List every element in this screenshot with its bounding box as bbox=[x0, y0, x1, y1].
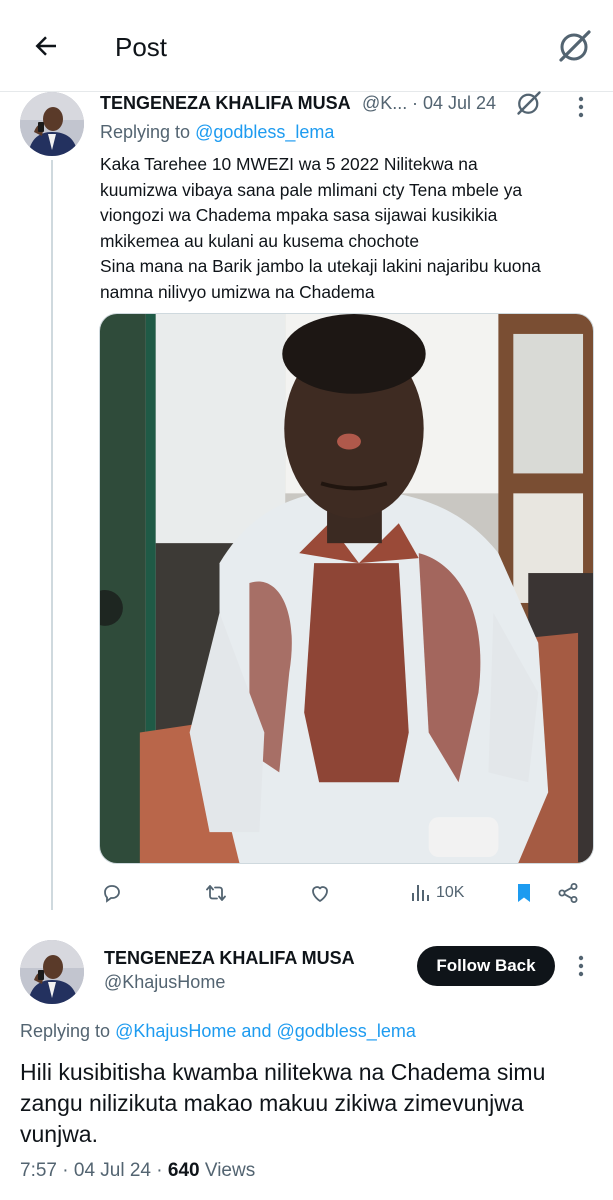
author-name[interactable]: TENGENEZA KHALIFA MUSA bbox=[104, 948, 355, 969]
tweet-date[interactable]: · 04 Jul 24 bbox=[412, 93, 496, 114]
bookmark-icon bbox=[518, 884, 530, 902]
tweet-text-line: viongozi wa Chadema mpaka sasa sijawai k… bbox=[100, 205, 498, 226]
tweet-photo[interactable] bbox=[99, 313, 594, 864]
top-bar: Post bbox=[0, 0, 613, 92]
bookmark-button[interactable] bbox=[512, 876, 536, 910]
thread-connector bbox=[51, 160, 53, 910]
like-icon bbox=[312, 886, 328, 902]
avatar[interactable] bbox=[20, 940, 84, 1004]
replying-to: Replying to @godbless_lema bbox=[100, 122, 334, 143]
mention-link[interactable]: @godbless_lema bbox=[195, 122, 334, 142]
tweet-meta: 7:57 · 04 Jul 24 · 640 Views bbox=[20, 1160, 255, 1182]
views-icon bbox=[412, 885, 429, 901]
tweet-text-line: Sina mana na Barik jambo la utekaji laki… bbox=[100, 256, 541, 277]
more-button[interactable] bbox=[572, 951, 590, 981]
more-icon bbox=[578, 96, 584, 118]
page-title: Post bbox=[115, 32, 168, 62]
tweet-text: Hili kusibitisha kwamba nilitekwa na Cha… bbox=[20, 1057, 600, 1150]
grok-button[interactable] bbox=[514, 88, 544, 118]
author-name[interactable]: TENGENEZA KHALIFA MUSA bbox=[100, 93, 351, 114]
retweet-button[interactable] bbox=[204, 876, 228, 910]
views-count: 10K bbox=[436, 884, 465, 901]
retweet-icon bbox=[206, 885, 226, 901]
tweet-actions: 10K bbox=[98, 876, 598, 910]
tweet-text-line: namna nilivyo umizwa na Chadema bbox=[100, 281, 375, 302]
reply-icon bbox=[104, 885, 120, 903]
back-button[interactable] bbox=[28, 28, 64, 64]
replying-label: Replying to bbox=[20, 1021, 111, 1041]
tweet-text-line: kuumizwa vibaya sana pale mlimani cty Te… bbox=[100, 179, 523, 200]
views-label: Views bbox=[204, 1160, 256, 1181]
more-icon bbox=[578, 955, 584, 977]
tweet-text-line: zangu nilizikuta makao makuu zikiwa zime… bbox=[20, 1090, 524, 1116]
replying-label: Replying to bbox=[100, 122, 191, 142]
tweet-text-line: Hili kusibitisha kwamba nilitekwa na Cha… bbox=[20, 1059, 546, 1085]
replying-to: Replying to @KhajusHome and @godbless_le… bbox=[20, 1021, 416, 1042]
share-icon bbox=[558, 883, 578, 903]
reply-button[interactable] bbox=[100, 876, 124, 910]
avatar[interactable] bbox=[20, 92, 84, 156]
mention-link[interactable]: @KhajusHome bbox=[115, 1021, 236, 1041]
tweet-date[interactable]: · 04 Jul 24 · bbox=[62, 1160, 162, 1181]
share-button[interactable] bbox=[556, 876, 580, 910]
back-arrow-icon bbox=[35, 36, 56, 56]
mention-link[interactable]: @godbless_lema bbox=[276, 1021, 415, 1041]
tweet-text-line: Kaka Tarehee 10 MWEZI wa 5 2022 Nilitekw… bbox=[100, 154, 478, 174]
views-count: 640 bbox=[167, 1160, 200, 1181]
replying-and: and bbox=[241, 1021, 272, 1041]
tweet-text-line: mkikemea au kulani au kusema chochote bbox=[100, 230, 420, 251]
author-handle[interactable]: @K... bbox=[362, 93, 407, 114]
tweet-text-line: vunjwa. bbox=[20, 1121, 98, 1147]
tweet-time[interactable]: 7:57 bbox=[20, 1160, 57, 1181]
grok-icon bbox=[559, 30, 591, 62]
views-button[interactable]: 10K bbox=[408, 876, 464, 910]
tweet-text: Kaka Tarehee 10 MWEZI wa 5 2022 Nilitekw… bbox=[100, 152, 600, 306]
author-handle[interactable]: @KhajusHome bbox=[104, 972, 225, 993]
follow-back-button[interactable]: Follow Back bbox=[417, 946, 555, 986]
more-button[interactable] bbox=[572, 92, 590, 122]
grok-button[interactable] bbox=[555, 26, 595, 66]
grok-icon bbox=[517, 91, 541, 115]
like-button[interactable] bbox=[308, 876, 332, 910]
